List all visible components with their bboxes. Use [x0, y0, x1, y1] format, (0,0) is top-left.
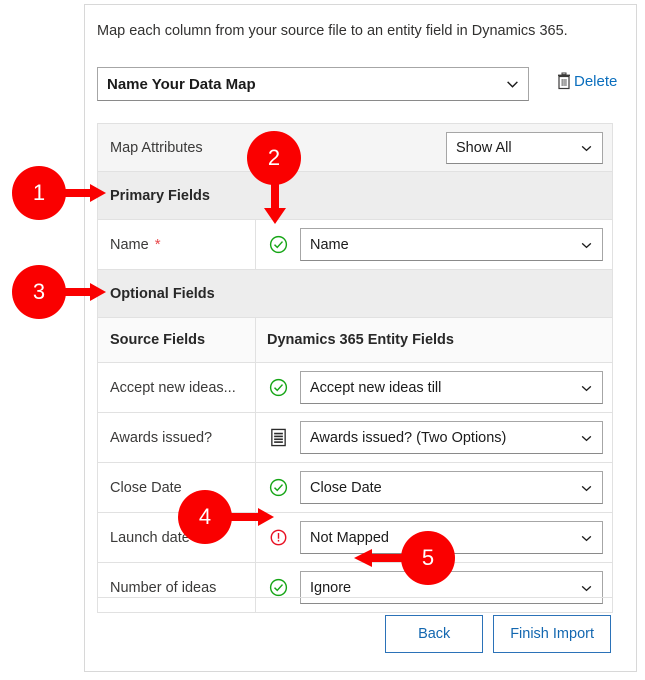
check-circle-icon [269, 478, 287, 497]
target-fields-header: Dynamics 365 Entity Fields [267, 332, 454, 348]
target-field-cell: Name [300, 228, 612, 261]
error-circle-icon [270, 529, 286, 546]
back-button[interactable]: Back [385, 615, 484, 653]
table-column-headers: Source Fields Dynamics 365 Entity Fields [98, 318, 612, 363]
intro-instruction-text: Map each column from your source file to… [97, 23, 568, 39]
chevron-down-icon [581, 435, 592, 441]
check-circle-icon [269, 378, 287, 397]
check-circle-icon [269, 235, 287, 254]
source-field-cell: Name * [98, 220, 256, 269]
callout-arrow-5 [354, 549, 406, 567]
data-map-name-row: Name Your Data Map Delete [97, 67, 625, 101]
table-row: Accept new ideas... Accept new ideas til… [98, 363, 612, 413]
mapping-status-cell [256, 528, 300, 547]
target-field-cell: Not Mapped [300, 521, 612, 554]
callout-badge-5: 5 [401, 531, 455, 585]
target-field-cell: Close Date [300, 471, 612, 504]
callout-arrow-3 [60, 283, 106, 301]
chevron-down-icon [507, 81, 518, 88]
footer-divider [97, 597, 613, 598]
callout-arrow-4 [228, 508, 274, 526]
primary-fields-section-header: Primary Fields [98, 172, 612, 220]
trash-icon [558, 72, 570, 90]
source-fields-header: Source Fields [98, 318, 256, 362]
chevron-down-icon [581, 145, 592, 151]
mapping-status-cell [256, 235, 300, 254]
data-map-name-value: Name Your Data Map [107, 75, 256, 93]
primary-fields-label: Primary Fields [110, 187, 210, 204]
target-field-cell: Awards issued? (Two Options) [300, 421, 612, 454]
mapping-status-cell [256, 378, 300, 397]
field-mapping-table: Map Attributes Show All Primary Fields N… [97, 123, 613, 613]
target-field-value: Accept new ideas till [310, 379, 442, 396]
target-field-select[interactable]: Close Date [300, 471, 603, 504]
check-circle-icon [269, 578, 287, 597]
delete-map-label: Delete [574, 72, 618, 90]
table-row: Awards issued? Awards issued? (Two Optio… [98, 413, 612, 463]
source-field-cell: Awards issued? [98, 413, 256, 462]
target-field-select[interactable]: Ignore [300, 571, 603, 604]
callout-badge-1: 1 [12, 166, 66, 220]
target-field-value: Awards issued? (Two Options) [310, 429, 507, 446]
footer-button-group: Back Finish Import [385, 615, 611, 653]
data-map-name-select[interactable]: Name Your Data Map [97, 67, 529, 101]
target-field-select[interactable]: Accept new ideas till [300, 371, 603, 404]
table-row: Number of ideas Ignore [98, 563, 612, 613]
attribute-filter-value: Show All [456, 139, 512, 156]
attribute-filter-select[interactable]: Show All [446, 131, 603, 164]
finish-import-button[interactable]: Finish Import [493, 615, 611, 653]
callout-arrow-2 [264, 178, 286, 224]
chevron-down-icon [581, 585, 592, 591]
target-field-value: Not Mapped [310, 529, 389, 546]
mapping-status-cell [256, 428, 300, 447]
chevron-down-icon [581, 485, 592, 491]
source-field-cell: Number of ideas [98, 563, 256, 612]
target-field-select[interactable]: Awards issued? (Two Options) [300, 421, 603, 454]
table-row: Name * Name [98, 220, 612, 270]
optional-fields-label: Optional Fields [110, 285, 215, 302]
optional-fields-section-header: Optional Fields [98, 270, 612, 318]
delete-map-button[interactable]: Delete [556, 72, 617, 90]
data-map-dialog: Map each column from your source file to… [84, 4, 637, 672]
target-field-value: Name [310, 236, 349, 253]
table-row: Close Date Close Date [98, 463, 612, 513]
source-field-name: Name [110, 236, 149, 253]
target-field-cell: Accept new ideas till [300, 371, 612, 404]
mapping-status-cell [256, 478, 300, 497]
chevron-down-icon [581, 242, 592, 248]
callout-badge-2: 2 [247, 131, 301, 185]
mapping-status-cell [256, 578, 300, 597]
callout-badge-3: 3 [12, 265, 66, 319]
target-field-value: Ignore [310, 579, 352, 596]
chevron-down-icon [581, 385, 592, 391]
target-field-value: Close Date [310, 479, 382, 496]
chevron-down-icon [581, 535, 592, 541]
map-attributes-row: Map Attributes Show All [98, 124, 612, 172]
target-field-cell: Ignore [300, 571, 612, 604]
source-field-cell: Close Date [98, 463, 256, 512]
target-field-select[interactable]: Name [300, 228, 603, 261]
required-marker: * [154, 236, 161, 253]
source-field-cell: Accept new ideas... [98, 363, 256, 412]
list-options-icon [270, 428, 286, 447]
callout-badge-4: 4 [178, 490, 232, 544]
callout-arrow-1 [60, 184, 106, 202]
